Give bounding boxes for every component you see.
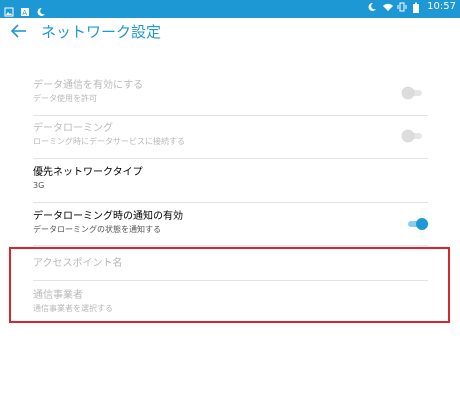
divider [33,115,428,116]
divider [33,202,428,203]
moon-icon [367,2,377,12]
back-arrow-icon[interactable] [10,22,30,42]
page-title: ネットワーク設定 [41,23,162,41]
setting-subtitle: データローミングの状態を通知する [33,225,161,234]
moon-icon [36,2,46,16]
setting-title: データローミング [33,123,113,134]
vibrate-icon [397,2,407,12]
setting-enable-data[interactable]: データ通信を有効にする データ使用を許可 [33,79,428,105]
setting-subtitle: 3G [33,181,45,190]
image-icon [4,2,14,17]
setting-subtitle: データ使用を許可 [33,94,97,103]
setting-roaming-notification[interactable]: データローミング時の通知の有効 データローミングの状態を通知する [33,210,428,236]
setting-title: データローミング時の通知の有効 [33,211,183,222]
toggle-thumb [402,87,414,99]
svg-text:A: A [22,9,27,17]
toggle-thumb [416,218,428,230]
status-left-icons: A [4,2,46,17]
status-right-icons: 10:57 [367,1,456,13]
setting-title: 優先ネットワークタイプ [33,167,143,178]
setting-data-roaming[interactable]: データローミング ローミング時にデータサービスに接続する [33,122,428,148]
highlight-box [9,247,450,323]
status-bar: A 10:57 [0,0,460,18]
app-bar: ネットワーク設定 [0,18,460,50]
roaming-notification-toggle[interactable] [406,217,428,231]
setting-title: データ通信を有効にする [33,80,144,91]
setting-preferred-network[interactable]: 優先ネットワークタイプ 3G [33,166,428,192]
wifi-icon [382,2,394,12]
toggle-thumb [402,130,414,142]
divider [33,245,428,246]
divider [33,158,428,159]
setting-subtitle: ローミング時にデータサービスに接続する [33,137,185,146]
data-roaming-toggle[interactable] [402,129,424,143]
a-icon: A [20,2,30,17]
battery-icon [412,2,422,13]
enable-data-toggle[interactable] [402,86,424,100]
status-time: 10:57 [427,1,456,12]
